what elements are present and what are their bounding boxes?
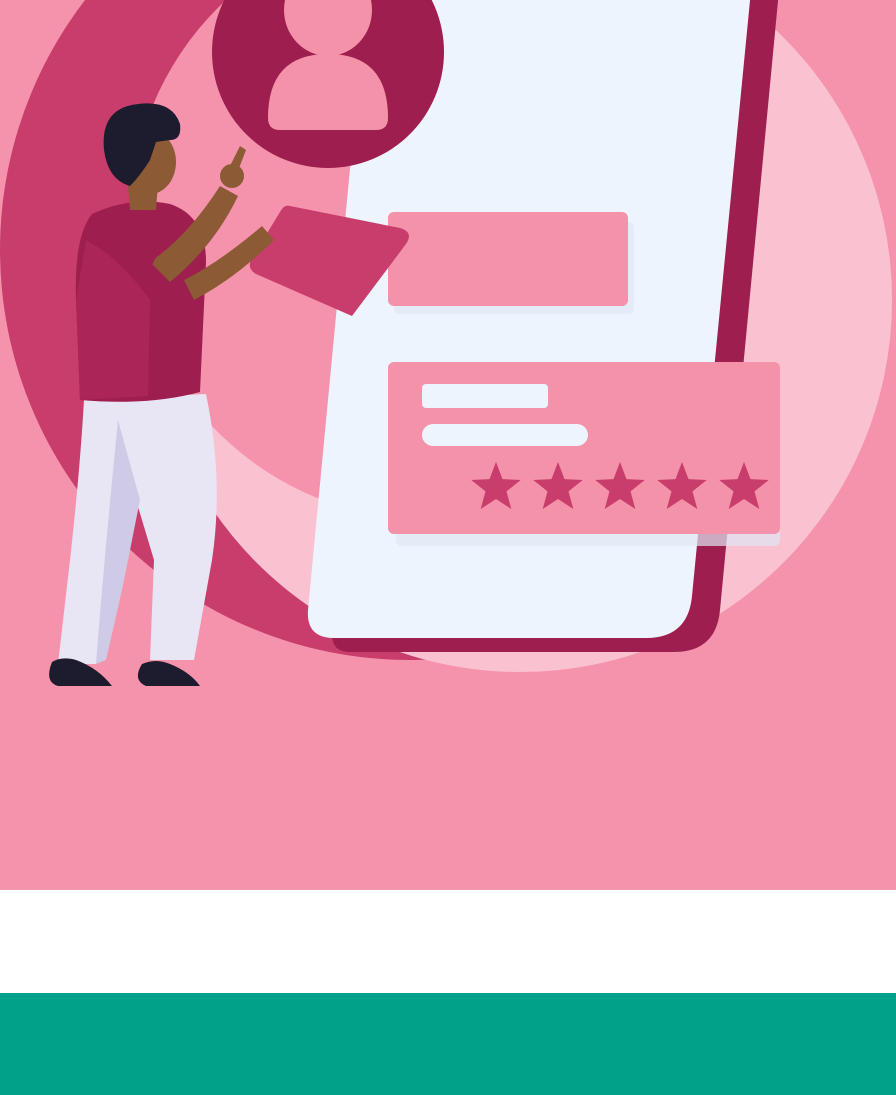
page [0,0,896,1095]
hero-illustration-svg [0,0,896,890]
review-line-short [422,384,548,408]
review-line-long [422,424,588,446]
white-band [0,890,896,993]
person-hand-raised [220,164,244,188]
top-card [388,212,628,306]
green-footer-band [0,993,896,1095]
hero-illustration [0,0,896,890]
